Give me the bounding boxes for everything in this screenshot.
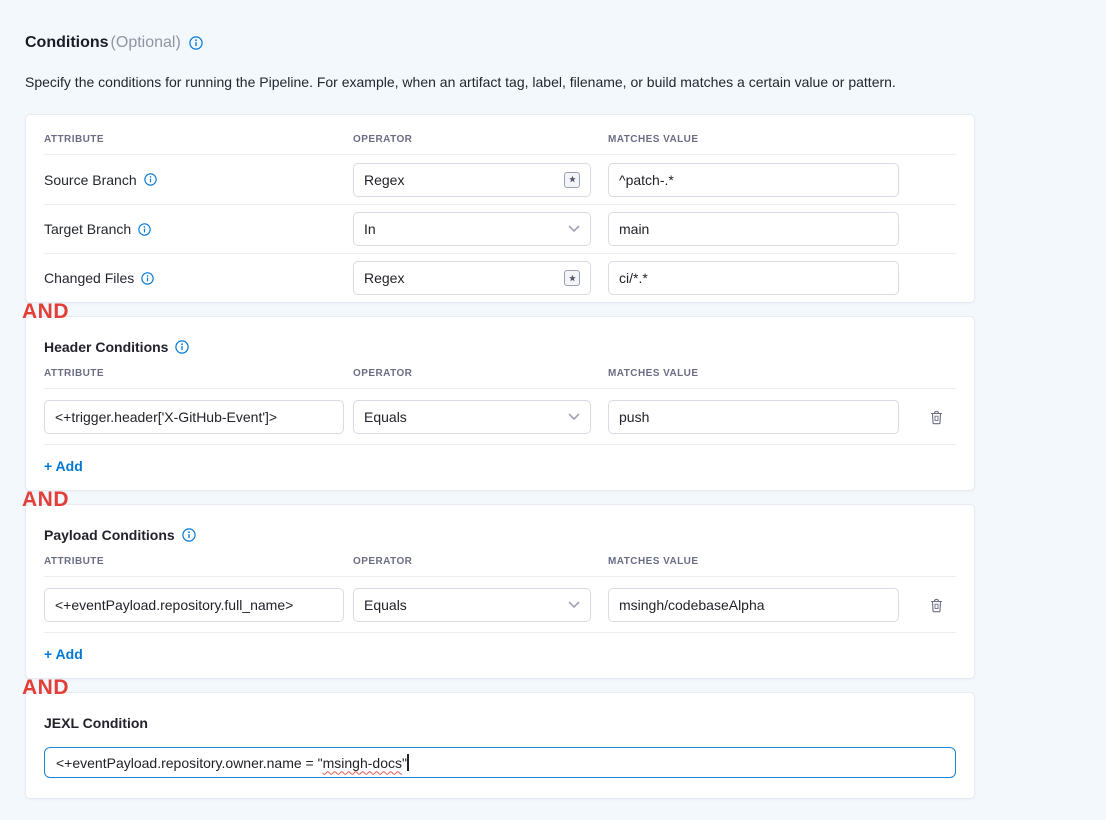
info-icon[interactable] xyxy=(189,36,203,50)
info-icon[interactable] xyxy=(141,272,154,285)
matches-value-input-header-condition[interactable] xyxy=(608,400,899,434)
jexl-value-misspelled: msingh-docs xyxy=(323,755,402,771)
row-label-source-branch: Source Branch xyxy=(44,172,353,188)
operator-select-target-branch[interactable]: In xyxy=(353,212,591,246)
row-label-text: Target Branch xyxy=(44,221,131,237)
payload-conditions-card: Payload Conditions ATTRIBUTE OPERATOR MA… xyxy=(25,504,975,679)
row-label-text: Source Branch xyxy=(44,172,137,188)
table-row: Target Branch In xyxy=(44,204,956,253)
card-title-row: JEXL Condition xyxy=(44,693,956,731)
text-cursor xyxy=(407,754,409,771)
jexl-value-prefix: <+eventPayload.repository.owner.name = " xyxy=(56,755,323,771)
table-header-row: ATTRIBUTE OPERATOR MATCHES VALUE xyxy=(44,355,956,389)
trash-icon xyxy=(929,597,944,613)
and-separator: AND xyxy=(22,299,92,325)
operator-select-header-condition[interactable]: Equals xyxy=(353,400,591,434)
jexl-condition-input[interactable]: <+eventPayload.repository.owner.name = "… xyxy=(44,747,956,778)
table-header-row: ATTRIBUTE OPERATOR MATCHES VALUE xyxy=(44,543,956,577)
fixed-input-type-icon[interactable] xyxy=(564,270,580,286)
matches-value-input-payload-condition[interactable] xyxy=(608,588,899,622)
info-icon[interactable] xyxy=(144,173,157,186)
chevron-down-icon xyxy=(568,225,580,233)
and-separator: AND xyxy=(22,487,92,513)
chevron-down-icon xyxy=(568,413,580,421)
info-icon[interactable] xyxy=(175,340,189,354)
header-conditions-title: Header Conditions xyxy=(44,339,168,355)
payload-conditions-title: Payload Conditions xyxy=(44,527,175,543)
attribute-input-header-condition[interactable] xyxy=(44,400,344,434)
operator-value: In xyxy=(364,221,376,237)
header-conditions-card: Header Conditions ATTRIBUTE OPERATOR MAT… xyxy=(25,316,975,491)
table-row: Equals xyxy=(44,577,956,633)
column-header-attribute: ATTRIBUTE xyxy=(44,134,353,154)
delete-row-button[interactable] xyxy=(925,406,947,428)
operator-select-changed-files[interactable]: Regex xyxy=(353,261,591,295)
attribute-input-payload-condition[interactable] xyxy=(44,588,344,622)
operator-value: Regex xyxy=(364,270,404,286)
matches-value-input-source-branch[interactable] xyxy=(608,163,899,197)
conditions-panel: Conditions (Optional) Specify the condit… xyxy=(0,0,1106,820)
column-header-operator: OPERATOR xyxy=(353,134,591,154)
card-title-row: Header Conditions xyxy=(44,317,956,355)
table-row: Equals xyxy=(44,389,956,445)
operator-select-payload-condition[interactable]: Equals xyxy=(353,588,591,622)
column-header-attribute: ATTRIBUTE xyxy=(44,556,344,576)
jexl-value-suffix: " xyxy=(402,755,407,771)
trash-icon xyxy=(929,409,944,425)
branch-conditions-card: ATTRIBUTE OPERATOR MATCHES VALUE Source … xyxy=(25,114,975,303)
fixed-input-type-icon[interactable] xyxy=(564,172,580,188)
row-label-changed-files: Changed Files xyxy=(44,270,353,286)
column-header-operator: OPERATOR xyxy=(353,556,591,576)
info-icon[interactable] xyxy=(138,223,151,236)
info-icon[interactable] xyxy=(182,528,196,542)
jexl-condition-title: JEXL Condition xyxy=(44,715,148,731)
matches-value-input-changed-files[interactable] xyxy=(608,261,899,295)
section-description: Specify the conditions for running the P… xyxy=(25,74,965,90)
operator-select-source-branch[interactable]: Regex xyxy=(353,163,591,197)
column-header-matches-value: MATCHES VALUE xyxy=(608,368,899,388)
chevron-down-icon xyxy=(568,601,580,609)
operator-value: Equals xyxy=(364,409,407,425)
column-header-attribute: ATTRIBUTE xyxy=(44,368,344,388)
row-label-text: Changed Files xyxy=(44,270,134,286)
operator-value: Equals xyxy=(364,597,407,613)
and-separator: AND xyxy=(22,675,92,701)
table-row: Source Branch Regex xyxy=(44,155,956,204)
add-header-condition-button[interactable]: + Add xyxy=(44,458,83,474)
operator-value: Regex xyxy=(364,172,404,188)
column-header-matches-value: MATCHES VALUE xyxy=(608,556,899,576)
delete-row-button[interactable] xyxy=(925,594,947,616)
column-header-operator: OPERATOR xyxy=(353,368,591,388)
optional-label: (Optional) xyxy=(111,34,181,52)
table-row: Changed Files Regex xyxy=(44,253,956,302)
card-title-row: Payload Conditions xyxy=(44,505,956,543)
column-header-matches-value: MATCHES VALUE xyxy=(608,134,899,154)
jexl-condition-card: JEXL Condition <+eventPayload.repository… xyxy=(25,692,975,799)
matches-value-input-target-branch[interactable] xyxy=(608,212,899,246)
table-header-row: ATTRIBUTE OPERATOR MATCHES VALUE xyxy=(44,115,956,155)
section-heading: Conditions (Optional) xyxy=(25,34,1106,52)
page-title: Conditions xyxy=(25,34,109,52)
add-payload-condition-button[interactable]: + Add xyxy=(44,646,83,662)
row-label-target-branch: Target Branch xyxy=(44,221,353,237)
